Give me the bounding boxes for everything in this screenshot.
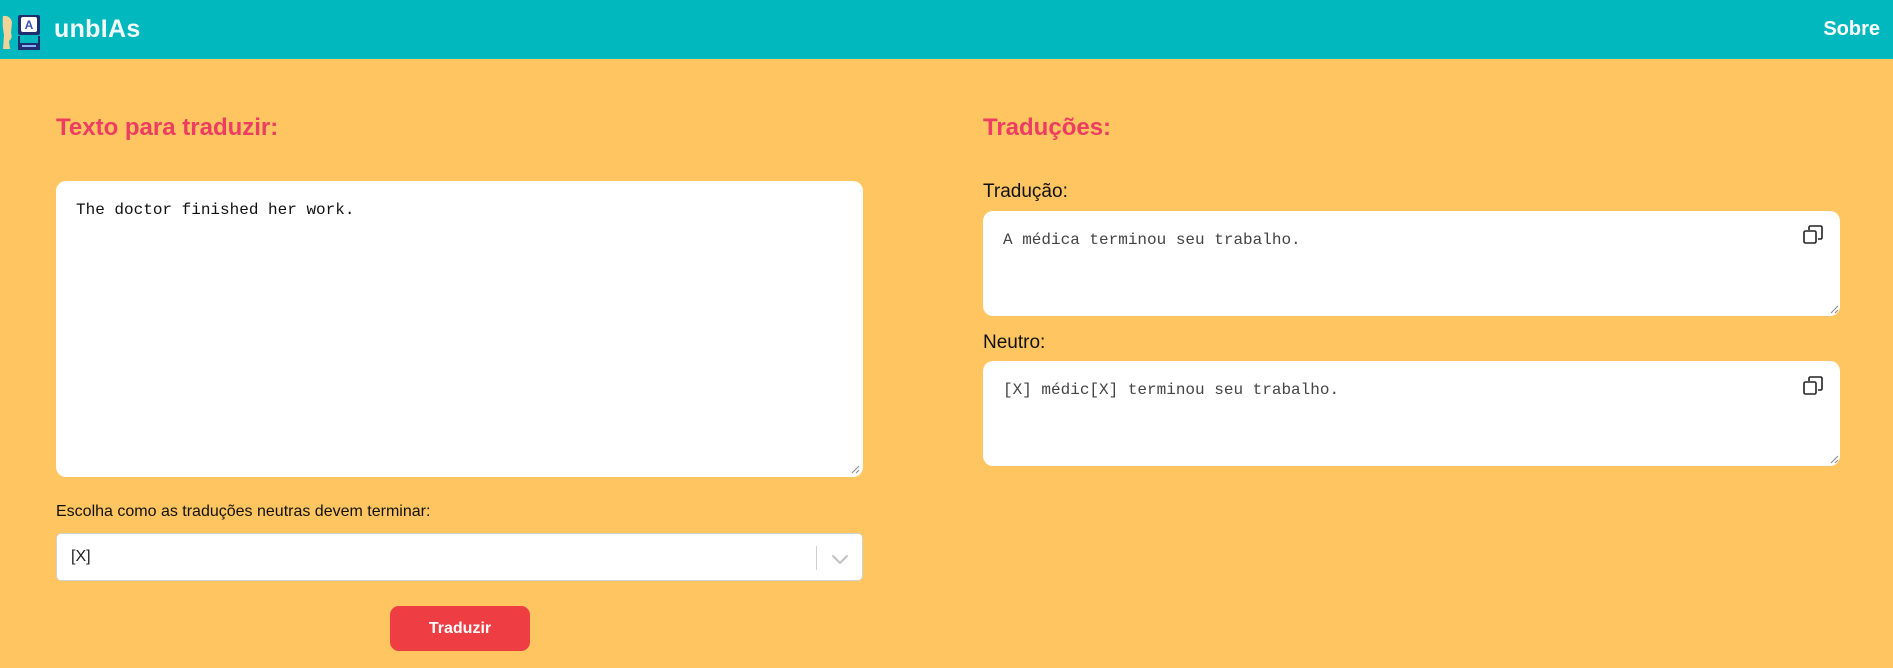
resize-grip-icon[interactable] (1829, 304, 1839, 314)
translation-output[interactable]: A médica terminou seu trabalho. (983, 211, 1840, 316)
app-logo-icon: A (2, 14, 40, 50)
ending-select[interactable]: [X] (56, 533, 863, 581)
copy-neutral-button[interactable] (1802, 375, 1824, 397)
results-heading: Traduções: (983, 114, 1112, 141)
app-name: unbIAs (54, 15, 141, 43)
resize-grip-icon[interactable] (850, 464, 860, 474)
translate-button[interactable]: Traduzir (390, 606, 530, 651)
navbar: A unbIAs Sobre (0, 0, 1893, 59)
source-heading: Texto para traduzir: (56, 114, 279, 141)
neutral-label: Neutro: (983, 332, 1046, 353)
copy-icon (1803, 225, 1823, 244)
copy-translation-button[interactable] (1802, 224, 1824, 246)
select-separator (816, 546, 817, 570)
source-text-input[interactable]: The doctor finished her work. (56, 181, 863, 477)
ending-select-value: [X] (71, 548, 91, 565)
copy-icon (1803, 376, 1823, 395)
chevron-down-icon[interactable] (828, 547, 852, 571)
brand[interactable]: A unbIAs (0, 0, 141, 59)
ending-select-label: Escolha como as traduções neutras devem … (56, 503, 431, 520)
resize-grip-icon[interactable] (1829, 454, 1839, 464)
about-link[interactable]: Sobre (1823, 18, 1880, 41)
svg-text:A: A (25, 18, 34, 32)
neutral-output[interactable]: [X] médic[X] terminou seu trabalho. (983, 361, 1840, 466)
translation-label: Tradução: (983, 181, 1068, 202)
